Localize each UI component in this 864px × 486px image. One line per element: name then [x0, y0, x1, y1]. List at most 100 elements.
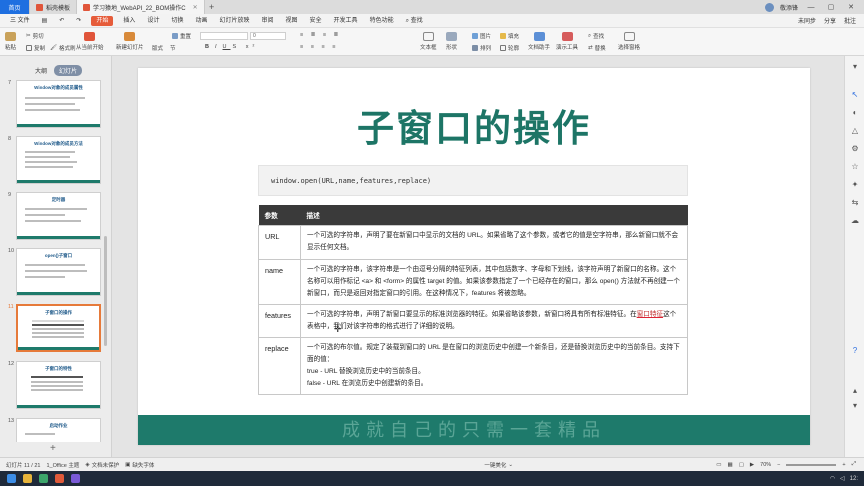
select-tool-icon[interactable]: ↖	[850, 90, 860, 100]
tab-current-document[interactable]: 学习猿地_WebAPI_22_BOM操作C ✕	[77, 0, 205, 14]
doc-assistant-button[interactable]: 文档助手	[528, 32, 550, 51]
outline-button[interactable]: 轮廓	[500, 44, 519, 52]
slide-thumbnail[interactable]: 7 Window对象的成员属性	[6, 80, 102, 130]
sync-status[interactable]: 未同步	[798, 16, 816, 25]
menu-features[interactable]: 特色功能	[364, 14, 400, 28]
paragraph-buttons[interactable]: ≡ ≣ ≡ ≣	[300, 32, 341, 38]
zoom-out-icon[interactable]: −	[777, 462, 780, 468]
menu-file[interactable]: 三 文件	[4, 14, 36, 28]
new-tab-icon[interactable]: +	[205, 0, 219, 14]
menu-find[interactable]: ⌕ 查找	[400, 14, 429, 28]
redo-icon[interactable]: ↷	[70, 14, 87, 28]
format-painter-button[interactable]: 🖌 格式刷	[50, 44, 76, 52]
section-button[interactable]: 节	[170, 44, 176, 52]
zoom-value[interactable]: 70%	[760, 462, 771, 468]
app-icon[interactable]	[71, 474, 80, 483]
transition-icon[interactable]: ⇆	[850, 198, 860, 208]
play-icon[interactable]: ▶	[750, 462, 754, 468]
normal-view-icon[interactable]: ▭	[716, 462, 721, 468]
tab-slides[interactable]: 幻灯片	[54, 65, 83, 76]
add-slide-icon[interactable]: +	[50, 443, 56, 454]
close-window-icon[interactable]: ✕	[844, 3, 858, 11]
style-icon[interactable]: ◐	[850, 108, 860, 118]
slide-title[interactable]: 子窗口的操作	[138, 98, 810, 152]
undo-icon[interactable]: ↶	[53, 14, 70, 28]
network-icon[interactable]: ◠	[830, 475, 835, 482]
menu-view[interactable]: 视图	[280, 14, 304, 28]
cut-button[interactable]: ✂ 剪切	[26, 32, 44, 40]
copy-button[interactable]: 复制	[26, 44, 45, 52]
shape-button[interactable]: 形状	[446, 32, 457, 51]
menu-start[interactable]: 开始	[91, 15, 114, 26]
thumbnail-scrollbar[interactable]	[104, 236, 107, 346]
animation-icon[interactable]: ✦	[850, 180, 860, 190]
star-icon[interactable]: ☆	[850, 162, 860, 172]
slide-thumbnail[interactable]: 10 open()子窗口	[6, 248, 102, 298]
from-current-button[interactable]: 从当前开始	[76, 32, 104, 51]
minimize-icon[interactable]: —	[804, 4, 818, 11]
tab-daoke-templates[interactable]: 稻壳模板	[30, 0, 78, 14]
maximize-icon[interactable]: ▢	[824, 3, 838, 11]
help-icon[interactable]: ?	[850, 346, 860, 356]
quick-save-icon[interactable]: ▤	[36, 14, 54, 28]
new-slide-button[interactable]: 新建幻灯片	[116, 32, 144, 51]
textbox-button[interactable]: 文本框	[420, 32, 437, 51]
sorter-view-icon[interactable]: ▦	[728, 462, 733, 468]
comment-button[interactable]: 批注	[844, 16, 856, 25]
menu-transition[interactable]: 切换	[165, 14, 189, 28]
arrange-button[interactable]: 排列	[472, 44, 491, 52]
missing-font-status[interactable]: ▣ 缺失字体	[125, 461, 154, 469]
beautify-button[interactable]: 一键美化 ⌄	[484, 461, 513, 469]
tab-outline[interactable]: 大纲	[30, 65, 52, 76]
menu-review[interactable]: 审阅	[256, 14, 280, 28]
layout-button[interactable]: 版式	[152, 44, 163, 52]
zoom-slider[interactable]	[786, 463, 837, 466]
slide-thumbnail-selected[interactable]: 11 子窗口的操作	[6, 304, 102, 354]
backup-icon[interactable]: ☁	[850, 216, 860, 226]
menu-security[interactable]: 安全	[304, 14, 328, 28]
reset-button[interactable]: 重置	[172, 32, 191, 40]
doc-protect-status[interactable]: ◈ 文档未保护	[85, 461, 119, 469]
font-style-buttons[interactable]: B I U S x²	[205, 44, 258, 50]
slide-thumbnail[interactable]: 13 启动作业	[6, 418, 102, 442]
volume-icon[interactable]: ◁	[840, 475, 845, 482]
fit-window-icon[interactable]: ⤢	[852, 461, 856, 468]
slide-thumbnail[interactable]: 9 定时器	[6, 192, 102, 242]
user-name[interactable]: 敬添锋	[780, 3, 798, 12]
shape-tool-icon[interactable]: △	[850, 126, 860, 136]
wps-icon[interactable]	[55, 474, 64, 483]
clock[interactable]: 12:	[850, 476, 858, 482]
start-icon[interactable]	[7, 474, 16, 483]
slide[interactable]: 子窗口的操作 window.open(URL,name,features,rep…	[138, 68, 810, 445]
presentation-tools-button[interactable]: 演示工具	[556, 32, 578, 51]
align-buttons[interactable]: ≡ ≡ ≡ ≡	[300, 44, 338, 50]
code-block[interactable]: window.open(URL,name,features,replace)	[258, 165, 688, 196]
parameter-table[interactable]: 参数 描述 URL 一个可选的字符串，声明了要在新窗口中显示的文档的 URL。如…	[258, 205, 688, 395]
menu-animation[interactable]: 动画	[189, 14, 213, 28]
select-pane-button[interactable]: 选择窗格	[618, 32, 640, 51]
menu-developer[interactable]: 开发工具	[328, 14, 364, 28]
window-features-link[interactable]: 窗口特征	[637, 311, 663, 318]
share-button[interactable]: 分享	[824, 16, 836, 25]
slide-thumbnail[interactable]: 8 Window对象的成员方法	[6, 136, 102, 186]
slide-thumbnail[interactable]: 12 子窗口的特性	[6, 361, 102, 411]
scroll-up-icon[interactable]: ▴	[850, 386, 860, 396]
home-tab[interactable]: 首页	[0, 0, 30, 14]
menu-slideshow[interactable]: 幻灯片放映	[213, 14, 255, 28]
browser-icon[interactable]	[39, 474, 48, 483]
settings-icon[interactable]: ⚙	[850, 144, 860, 154]
explorer-icon[interactable]	[23, 474, 32, 483]
image-button[interactable]: 图片	[472, 32, 491, 40]
scroll-down-icon[interactable]: ▾	[850, 401, 860, 411]
find-button[interactable]: ⌕ 查找	[588, 32, 604, 41]
fill-button[interactable]: 填充	[500, 32, 519, 40]
font-size-box[interactable]: 0	[250, 32, 286, 40]
menu-design[interactable]: 设计	[141, 14, 165, 28]
replace-button[interactable]: ⇄ 替换	[588, 44, 606, 52]
menu-insert[interactable]: 插入	[117, 14, 141, 28]
collapse-icon[interactable]: ▾	[850, 62, 860, 72]
zoom-in-icon[interactable]: +	[842, 462, 845, 468]
reading-view-icon[interactable]: ▢	[739, 462, 744, 468]
close-tab-icon[interactable]: ✕	[193, 4, 198, 11]
paste-button[interactable]: 粘贴	[5, 32, 16, 51]
